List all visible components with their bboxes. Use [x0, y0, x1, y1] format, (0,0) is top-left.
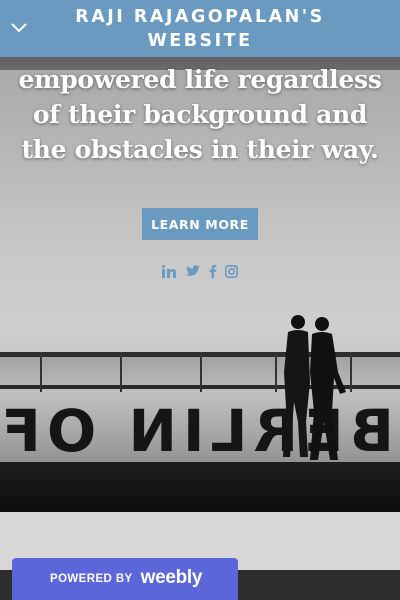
bridge-base [0, 462, 400, 512]
weebly-logo: weebly [140, 566, 203, 588]
walking-people-silhouette [283, 315, 346, 460]
instagram-icon[interactable] [224, 262, 238, 280]
learn-more-button[interactable]: LEARN MORE [142, 208, 258, 240]
twitter-icon[interactable] [185, 262, 201, 280]
site-title[interactable]: RAJI RAJAGOPALAN'S WEBSITE [50, 5, 350, 53]
site-header: RAJI RAJAGOPALAN'S WEBSITE [0, 0, 400, 57]
hero-headline: empowered life regardless of their backg… [18, 65, 382, 164]
chevron-down-icon[interactable] [8, 18, 30, 38]
social-icons [162, 262, 238, 280]
page: BERLIN OF L RAJI RAJAGOPALAN'S WEBSITE e… [0, 0, 400, 600]
powered-by-label: POWERED BY [50, 573, 133, 585]
facebook-icon[interactable] [209, 262, 217, 280]
powered-by-weebly-badge[interactable]: POWERED BY weebly [12, 558, 238, 600]
linkedin-icon[interactable] [162, 262, 177, 280]
